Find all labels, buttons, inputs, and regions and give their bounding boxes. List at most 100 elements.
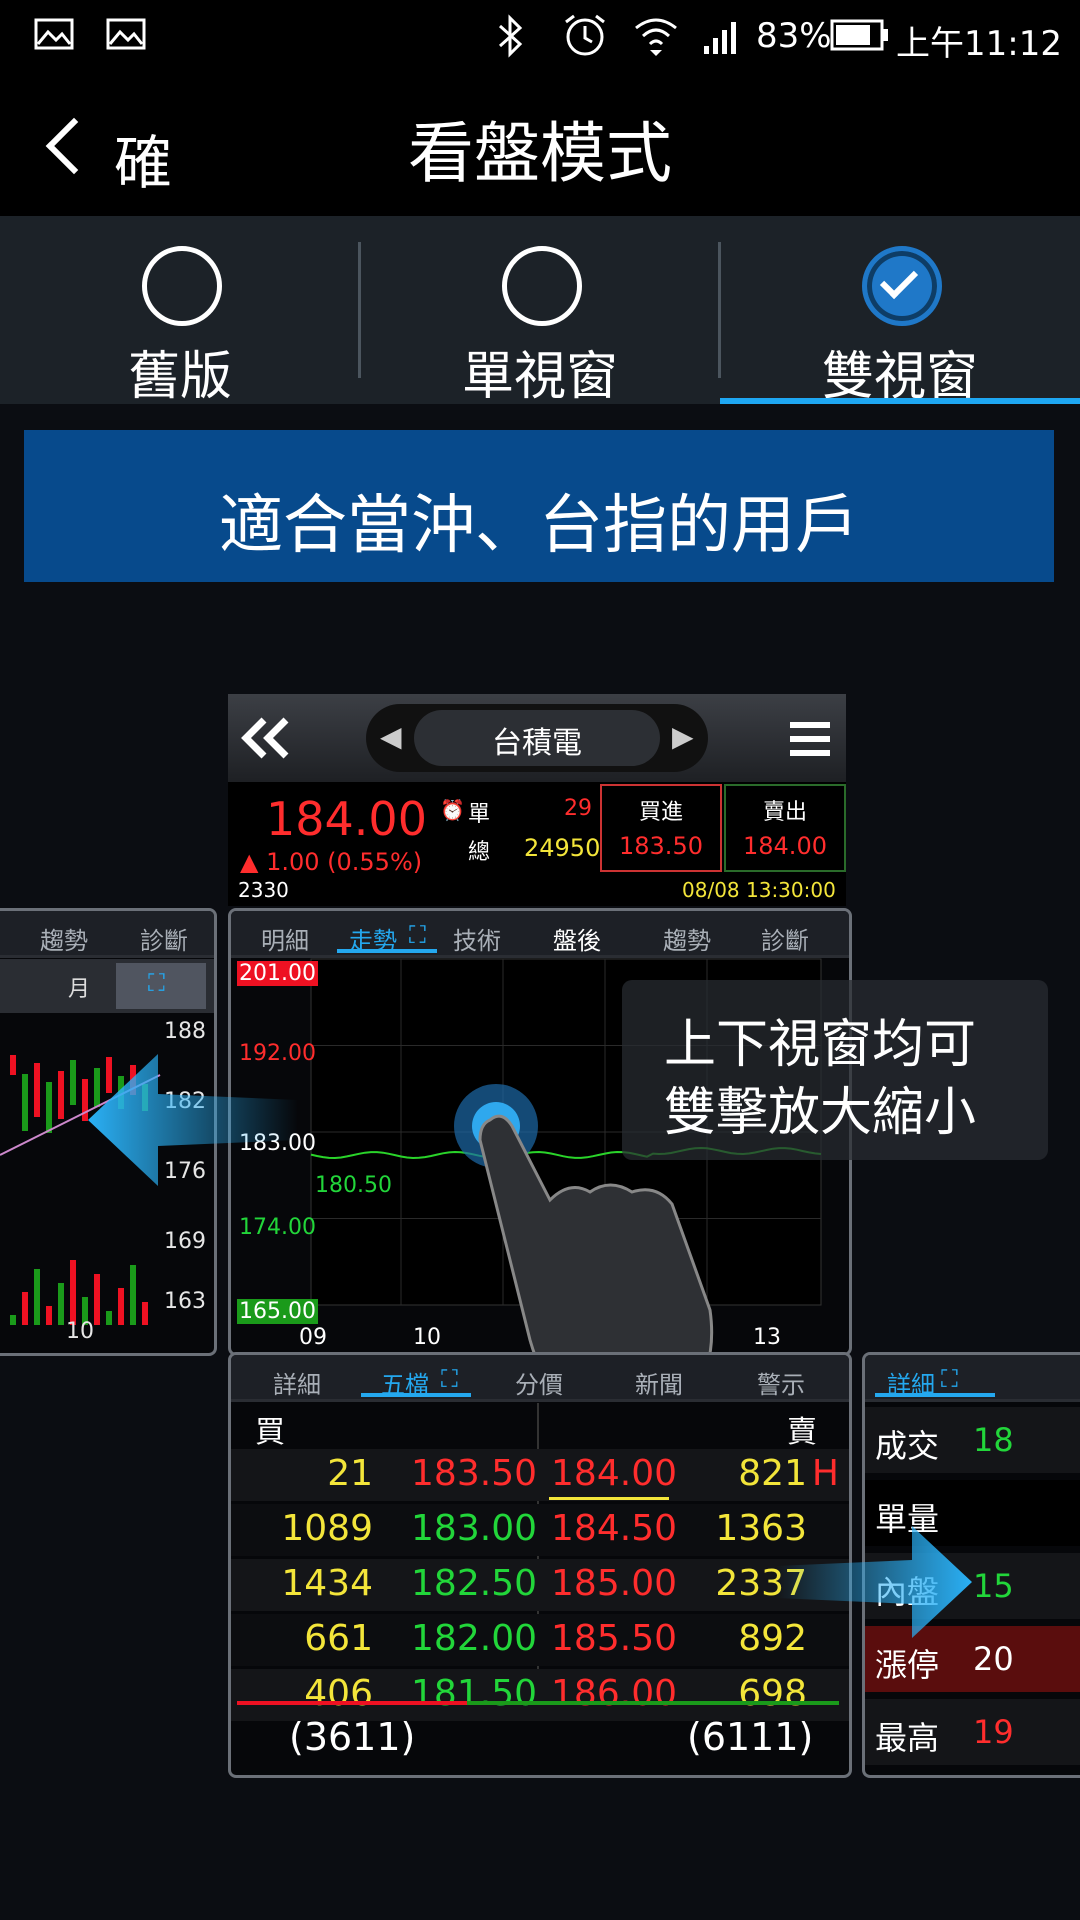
fullscreen-icon: ⛶ [941,1365,958,1393]
battery-icon [830,19,888,51]
image-icon [106,18,146,50]
candle [22,1074,28,1131]
wifi-icon [635,18,677,56]
signal-icon [704,22,736,54]
y-tick: 163 [164,1289,206,1314]
bid-price: 182.50 [411,1563,537,1604]
dual-window-preview: ◀ 台積電 ▶ 184.00 ▲ 1.00 (0.55%) ⏰ 單 總 29 2… [0,690,1080,1790]
bid-quantity: 1089 [281,1508,373,1549]
book-tabbar: 詳細 五檔 ⛶ 分價 新聞 警示 [231,1355,849,1402]
tab-price-volume: 分價 [515,1371,563,1399]
preview-toolbar: ◀ 台積電 ▶ [228,694,846,782]
detail-row: 最高 19 [865,1699,1080,1765]
alarm-icon [565,14,605,56]
single-volume-label: 單 [468,802,491,827]
y-tick: 188 [164,1019,206,1044]
battery-percent: 83% [756,16,832,56]
ask-price: 184.50 [551,1508,677,1549]
order-book-panel: 詳細 五檔 ⛶ 分價 新聞 警示 買 賣 21 183.50 184.00 821 H 1… [228,1352,852,1778]
double-chevron-left-icon [241,717,289,759]
bid-quantity: 1434 [281,1563,373,1604]
order-book-row: 1089 183.00 184.50 1363 [231,1504,849,1556]
volume-bar [130,1265,136,1325]
prev-arrow-icon: ◀ [380,720,402,753]
order-book-row: 1434 182.50 185.00 2337 [231,1559,849,1611]
tab-diagnosis: 診斷 [761,927,809,955]
volume-bar [34,1269,40,1325]
detail-value: 19 [973,1713,1014,1751]
sell-label: 賣出 [762,800,807,825]
fullscreen-icon: ⛶ [409,921,426,949]
mode-description-banner: 適合當沖、台指的用戶 [24,430,1054,582]
bid-header: 買 [255,1415,285,1450]
candle [58,1071,64,1119]
volume-bar [46,1306,52,1325]
radio-icon [142,246,222,326]
status-bar: 83% 上午11:12 [0,0,1080,76]
detail-value: 15 [973,1567,1014,1605]
clock: 上午11:12 [896,24,1062,64]
swipe-right-arrow-icon [776,1526,972,1638]
sell-price-box: 賣出 184.00 [724,784,846,872]
tab-trend: 趨勢 [40,927,88,955]
bid-total: (3611) [289,1715,416,1759]
tab-alerts: 警示 [757,1371,805,1399]
bid-price: 181.50 [411,1673,537,1714]
open-price-label: 180.50 [315,1173,392,1198]
y-tick-low: 165.00 [237,1299,318,1324]
candle [70,1060,76,1105]
tab-news: 新聞 [635,1371,683,1399]
bid-quantity: 21 [327,1453,373,1494]
mode-option-legacy[interactable]: 舊版 [0,216,360,407]
right-tabbar: 詳細 ⛶ [865,1355,1080,1402]
bid-quantity: 661 [304,1618,373,1659]
next-arrow-icon: ▶ [672,720,694,753]
ask-quantity: 698 [738,1673,807,1714]
detail-label: 成交 [875,1427,940,1465]
active-tab-indicator [875,1393,995,1397]
bid-volume-bar [237,1701,467,1705]
stock-switcher: ◀ 台積電 ▶ [366,704,708,772]
chart-tabbar: 明細 走勢 ⛶ 技術 盤後 趨勢 診斷 [231,911,849,958]
radio-icon [502,246,582,326]
image-icon [34,18,74,50]
x-tick: 10 [66,1319,94,1344]
ask-price: 186.00 [551,1673,677,1714]
ask-price: 184.00 [551,1453,677,1494]
current-price-underline [549,1497,669,1500]
last-price: 184.00 [266,792,427,846]
bid-price: 182.00 [411,1618,537,1659]
menu-icon [790,722,830,756]
quote-datetime: 08/08 13:30:00 [682,878,836,902]
detail-value: 18 [973,1421,1014,1459]
page-title: 看盤模式 [408,115,672,192]
total-volume-label: 總 [468,840,491,865]
volume-bar [118,1288,124,1325]
candle [34,1063,40,1117]
detail-label: 最高 [875,1719,940,1757]
price-change: ▲ 1.00 (0.55%) [240,848,423,876]
mode-option-single[interactable]: 單視窗 [360,216,720,407]
tab-trend: 趨勢 [663,927,711,955]
buy-label: 買進 [638,800,683,825]
volume-bar [58,1283,64,1325]
bid-price: 183.00 [411,1508,537,1549]
y-tick-high: 201.00 [237,961,318,986]
buy-price: 183.50 [619,832,703,860]
ask-total: (6111) [687,1715,814,1759]
tab-detail: 詳細 [273,1371,321,1399]
detail-label: 漲停 [875,1646,940,1684]
tip-line-1: 上下視窗均可 [664,1015,977,1075]
order-book-row: 21 183.50 184.00 821 H [231,1449,849,1501]
single-volume: 29 [564,796,592,821]
price-flag: H [811,1453,839,1494]
mode-option-dual[interactable]: 雙視窗 [720,216,1080,407]
app-header: 確定 看盤模式 [0,76,1080,281]
left-period-bar: 月 ⛶ [0,959,214,1013]
bluetooth-icon [498,14,523,58]
fullscreen-icon: ⛶ [148,969,165,997]
volume-bar [10,1315,16,1325]
order-book-row: 406 181.50 186.00 698 [231,1669,849,1721]
banner-text: 適合當沖、台指的用戶 [219,489,859,563]
volume-bar [106,1311,112,1325]
